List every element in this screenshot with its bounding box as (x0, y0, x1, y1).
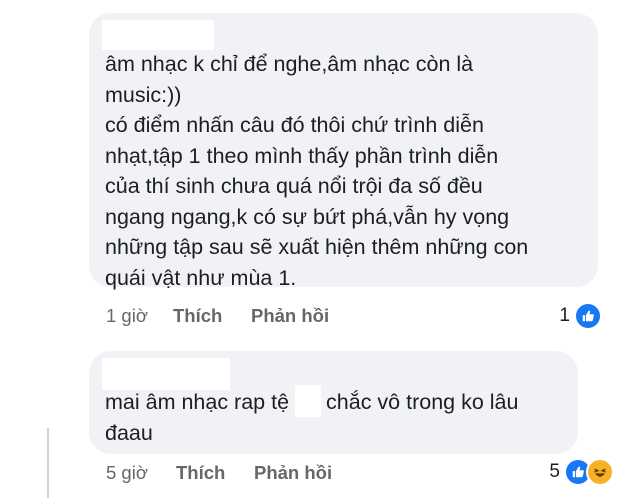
redacted-author-name (102, 20, 214, 50)
reaction-summary[interactable]: 1 (559, 302, 602, 330)
comment-timestamp[interactable]: 1 giờ (106, 305, 148, 327)
reaction-count: 5 (549, 461, 560, 482)
comment-text-part: mai âm nhạc rap tệ (105, 390, 290, 414)
like-button[interactable]: Thích (176, 462, 225, 484)
reply-thread-line (47, 428, 49, 498)
reply-button[interactable]: Phản hồi (251, 305, 329, 327)
haha-icon (586, 458, 614, 486)
like-button[interactable]: Thích (173, 305, 222, 327)
like-icon (574, 302, 602, 330)
comment-timestamp[interactable]: 5 giờ (106, 462, 148, 484)
comment-text: mai âm nhạc rap tệ chắc vô trong ko lâu đ… (105, 385, 575, 448)
reaction-summary[interactable]: 5 (549, 458, 614, 486)
reply-button[interactable]: Phản hồi (254, 462, 332, 484)
reaction-count: 1 (559, 305, 570, 326)
comment-text: âm nhạc k chỉ để nghe,âm nhạc còn là mus… (105, 52, 529, 290)
comment-bubble: âm nhạc k chỉ để nghe,âm nhạc còn là mus… (89, 13, 598, 290)
redacted-word (295, 385, 322, 417)
comment-bubble: mai âm nhạc rap tệ chắc vô trong ko lâu đ… (89, 351, 578, 454)
